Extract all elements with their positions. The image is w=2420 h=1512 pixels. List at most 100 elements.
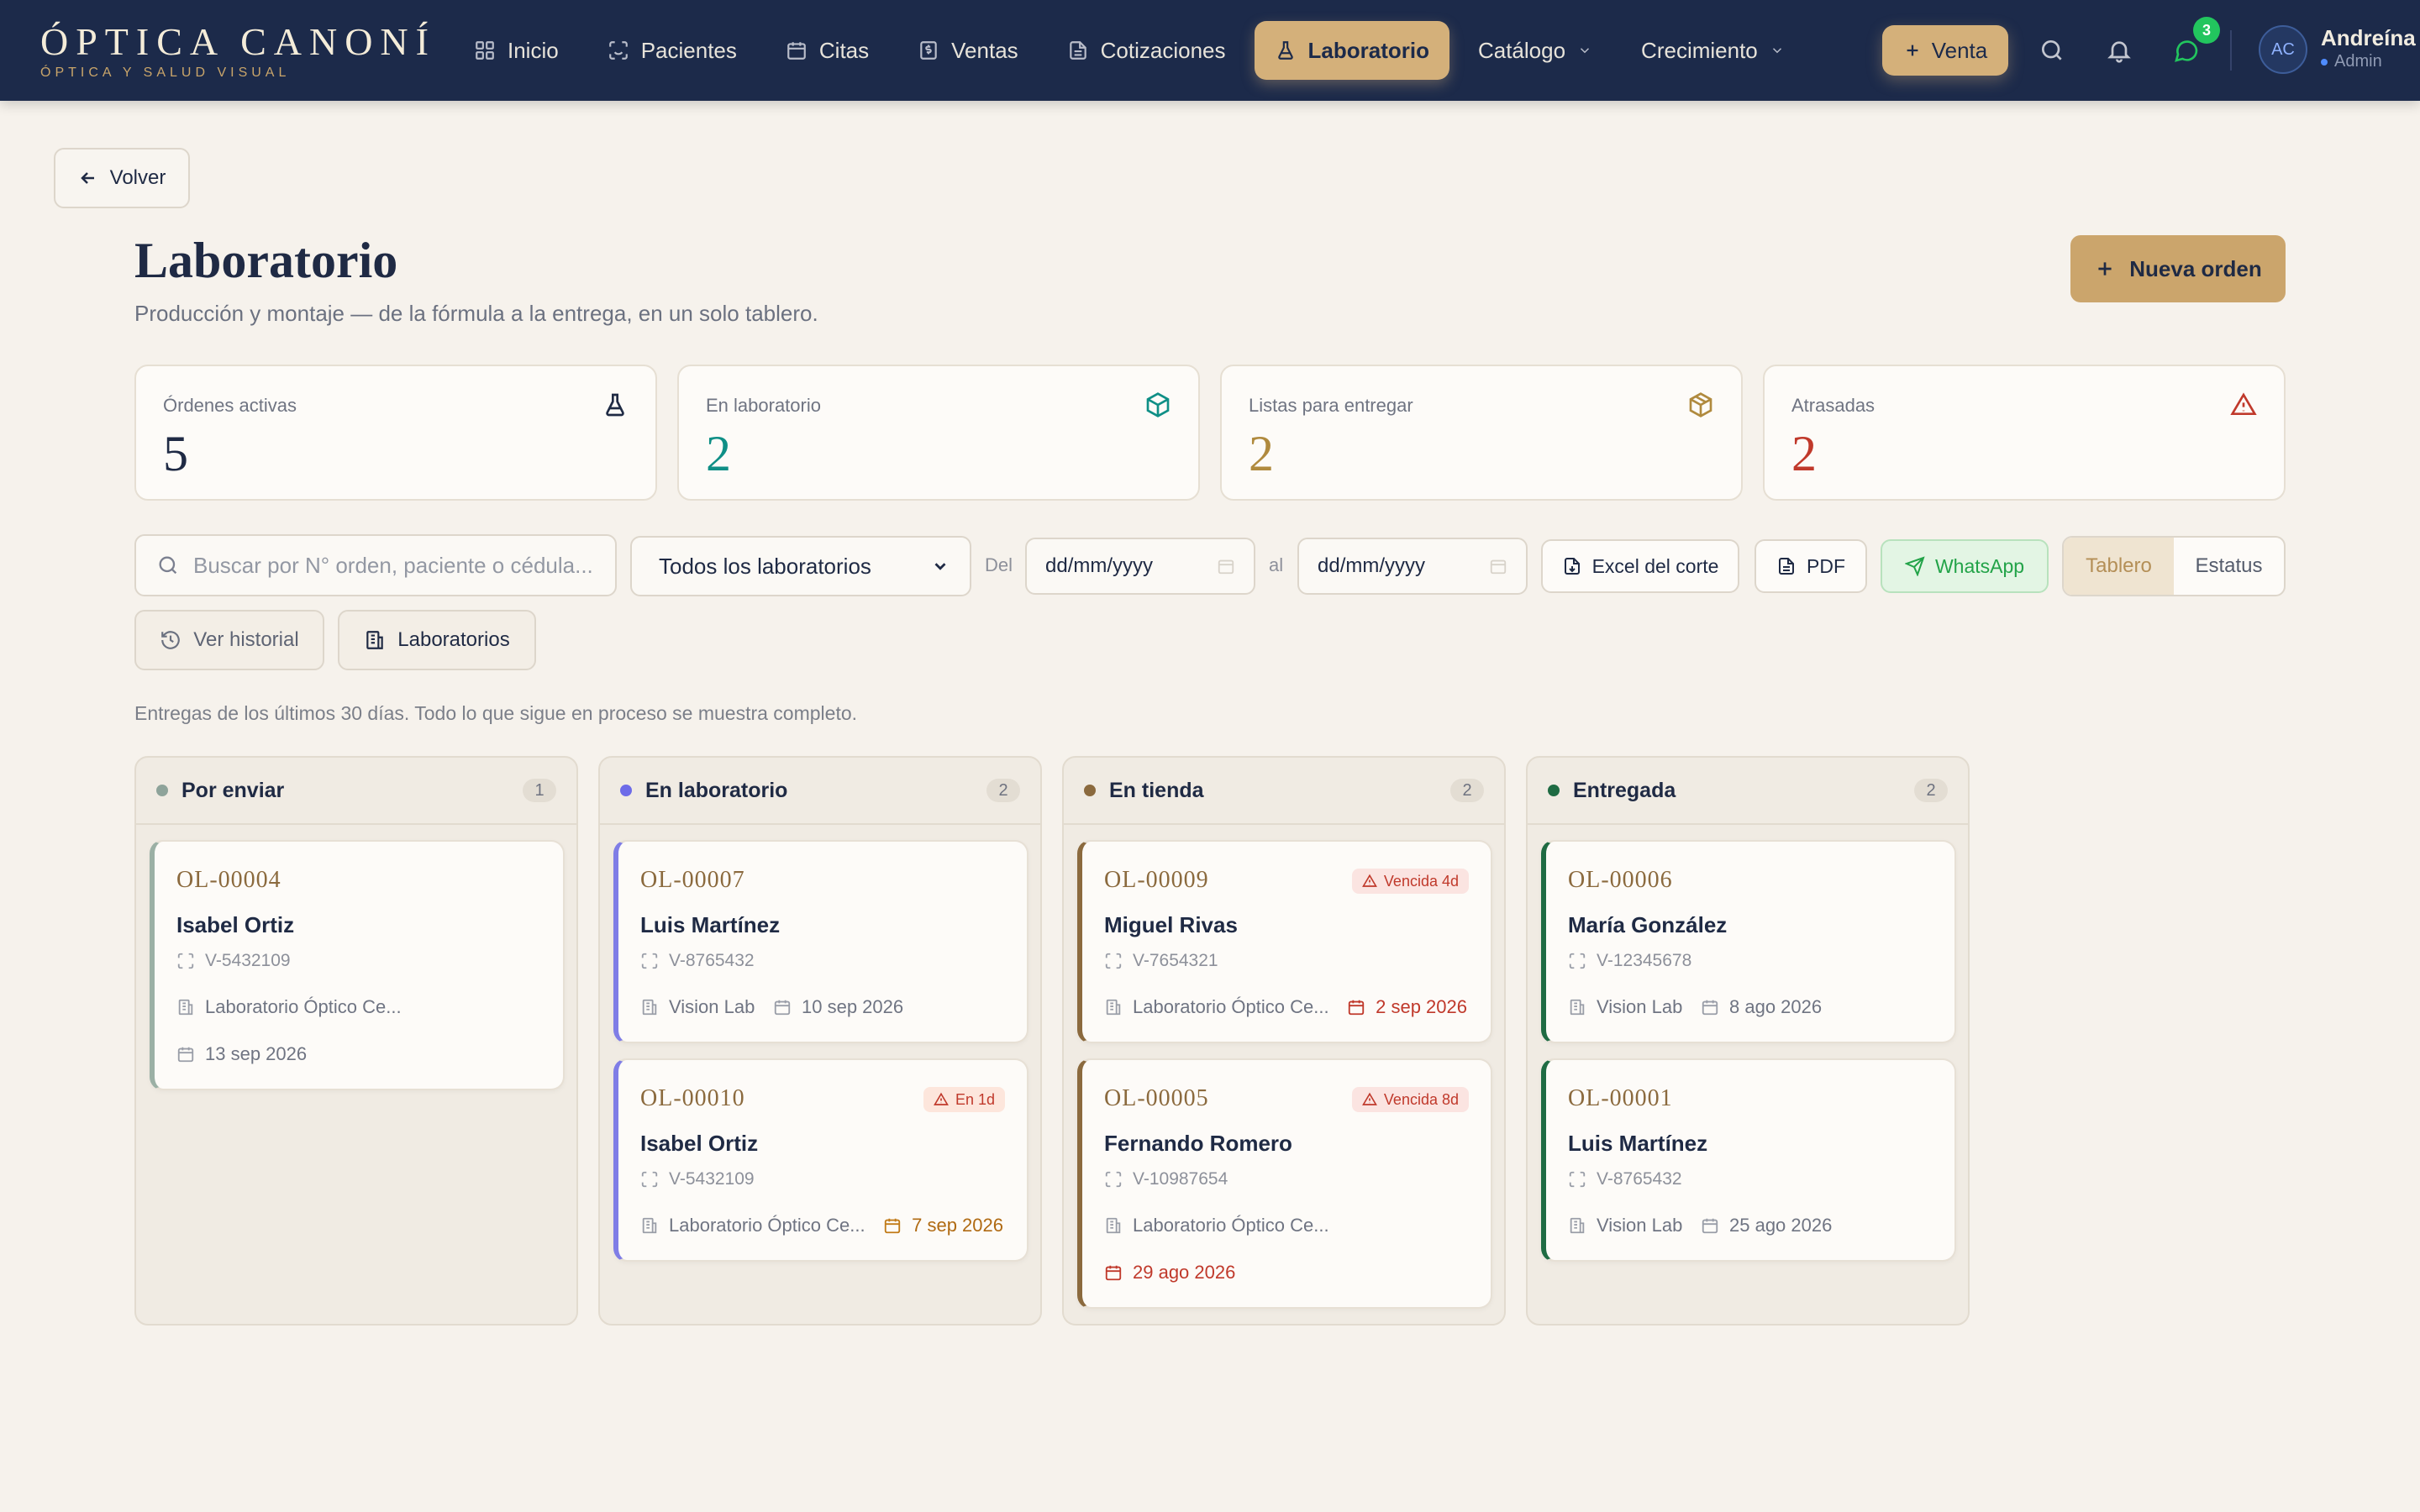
board-note: Entregas de los últimos 30 días. Todo lo…	[134, 702, 858, 724]
scan-icon	[1105, 1171, 1122, 1188]
new-sale-label: Venta	[1931, 37, 1988, 63]
view-board-tab[interactable]: Tablero	[2064, 538, 2174, 595]
nav-item-label: Inicio	[508, 37, 559, 63]
nav-item-laboratorio[interactable]: Laboratorio	[1254, 21, 1449, 80]
order-card[interactable]: OL-00005 Vencida 8d Fernando Romero V-10…	[1077, 1058, 1492, 1309]
building-icon	[642, 999, 657, 1016]
new-sale-button[interactable]: Venta	[1882, 25, 2008, 76]
new-order-button[interactable]: Nueva orden	[2070, 235, 2286, 302]
nav-item-pacientes[interactable]: Pacientes	[587, 21, 757, 80]
nav-item-inicio[interactable]: Inicio	[454, 21, 579, 80]
messages-count-badge: 3	[2193, 17, 2220, 44]
lab-name-value: Laboratorio Óptico Ce...	[1133, 996, 1329, 1017]
alert-triangle-icon	[1361, 1092, 1377, 1105]
excel-export-button[interactable]: Excel del corte	[1541, 539, 1739, 593]
overdue-badge: Vencida 8d	[1351, 1087, 1469, 1112]
brand-logo[interactable]: ÓPTICA CANONÍ ÓPTICA Y SALUD VISUAL	[40, 20, 436, 81]
bell-icon	[2107, 41, 2131, 63]
patient-name: Isabel Ortiz	[176, 912, 295, 937]
nav-divider	[2230, 30, 2232, 71]
patient-id-value: V-8765432	[669, 951, 755, 970]
laboratories-label: Laboratorios	[397, 628, 510, 651]
nav-item-citas[interactable]: Citas	[765, 21, 889, 80]
column-status-dot	[1548, 785, 1560, 796]
stat-label: Órdenes activas	[163, 395, 297, 416]
order-card[interactable]: OL-00007 Luis Martínez V-8765432 Vision …	[613, 840, 1028, 1043]
date-from-field[interactable]: dd/mm/yyyy	[1025, 538, 1255, 595]
order-id: OL-00004	[176, 867, 281, 893]
messages-button[interactable]	[2173, 37, 2200, 64]
nav-item-catalogo[interactable]: Catálogo	[1458, 21, 1612, 80]
order-card[interactable]: OL-00010 En 1d Isabel Ortiz V-5432109 La…	[613, 1058, 1028, 1262]
lab-name-value: Vision Lab	[669, 996, 755, 1017]
chevron-down-icon	[1581, 48, 1590, 54]
stat-card-overdue: Atrasadas 2	[1763, 365, 2286, 501]
calendar-icon[interactable]	[1217, 557, 1235, 575]
history-button[interactable]: Ver historial	[134, 610, 324, 670]
file-text-icon	[1069, 41, 1086, 60]
column-header: En laboratorio 2	[600, 758, 1040, 825]
building-icon	[1570, 999, 1585, 1016]
view-status-tab[interactable]: Estatus	[2174, 538, 2284, 595]
search-button[interactable]	[2039, 37, 2065, 64]
building-icon	[366, 631, 384, 649]
due-soon-badge: En 1d	[923, 1087, 1005, 1112]
patient-id: V-8765432	[1568, 1169, 1682, 1189]
column-count-badge: 2	[1450, 779, 1484, 802]
building-icon	[1570, 1217, 1585, 1234]
due-date: 25 ago 2026	[1701, 1215, 1832, 1236]
stat-value: 2	[1249, 426, 1274, 481]
nav-item-label: Crecimiento	[1641, 37, 1758, 63]
whatsapp-share-button[interactable]: WhatsApp	[1881, 539, 2049, 593]
avatar[interactable]: AC	[2259, 25, 2307, 74]
chevron-down-icon	[934, 563, 946, 570]
order-card[interactable]: OL-00009 Vencida 4d Miguel Rivas V-76543…	[1077, 840, 1492, 1043]
plus-icon	[1907, 45, 1918, 56]
user-name[interactable]: Andreína	[2321, 25, 2416, 51]
laboratories-button[interactable]: Laboratorios	[338, 610, 536, 670]
column-header: Por enviar 1	[136, 758, 576, 825]
date-to-field[interactable]: dd/mm/yyyy	[1297, 538, 1528, 595]
view-toggle: Tablero Estatus	[2062, 536, 2286, 596]
due-date: 29 ago 2026	[1104, 1262, 1235, 1284]
back-button[interactable]: Volver	[54, 148, 190, 208]
pdf-export-button[interactable]: PDF	[1754, 539, 1867, 593]
notifications-button[interactable]	[2106, 37, 2133, 64]
nav-item-label: Ventas	[951, 37, 1018, 63]
column-header: Entregada 2	[1528, 758, 1968, 825]
date-from-label: Del	[985, 554, 1013, 575]
nav-item-label: Cotizaciones	[1100, 37, 1226, 63]
patient-id-value: V-5432109	[669, 1169, 755, 1189]
due-date: 13 sep 2026	[176, 1043, 307, 1065]
patient-name: Fernando Romero	[1104, 1131, 1292, 1156]
stat-label: Atrasadas	[1791, 395, 1876, 416]
building-icon	[178, 999, 193, 1016]
nav-item-crecimiento[interactable]: Crecimiento	[1621, 21, 1805, 80]
patient-name: Luis Martínez	[1568, 1131, 1708, 1156]
due-date-value: 10 sep 2026	[802, 996, 904, 1017]
column-count-badge: 2	[1914, 779, 1948, 802]
calendar-icon[interactable]	[1489, 557, 1507, 575]
nav-item-ventas[interactable]: Ventas	[897, 21, 1039, 80]
search-input[interactable]	[193, 552, 597, 579]
box-icon	[1144, 391, 1171, 418]
due-date-value: 29 ago 2026	[1133, 1262, 1236, 1283]
file-download-icon	[1564, 558, 1580, 575]
brand-name: ÓPTICA CANONÍ	[40, 20, 436, 63]
order-card[interactable]: OL-00001 Luis Martínez V-8765432 Vision …	[1541, 1058, 1956, 1262]
order-card[interactable]: OL-00006 María González V-12345678 Visio…	[1541, 840, 1956, 1043]
patient-id: V-7654321	[1104, 951, 1218, 971]
online-status-dot	[2321, 58, 2328, 66]
file-text-icon	[1779, 558, 1794, 575]
nav-item-label: Citas	[818, 37, 870, 63]
nav-item-cotizaciones[interactable]: Cotizaciones	[1047, 21, 1246, 80]
search-box	[134, 534, 617, 596]
scan-icon	[1105, 953, 1122, 969]
laboratory-filter-select[interactable]: Todos los laboratorios	[630, 536, 971, 596]
stat-label: Listas para entregar	[1249, 395, 1413, 416]
lab-name: Laboratorio Óptico Ce...	[640, 1215, 865, 1236]
date-to-placeholder: dd/mm/yyyy	[1318, 554, 1426, 577]
column-title: En laboratorio	[645, 778, 788, 802]
column-status-dot	[620, 785, 632, 796]
order-card[interactable]: OL-00004 Isabel Ortiz V-5432109 Laborato…	[150, 840, 565, 1090]
